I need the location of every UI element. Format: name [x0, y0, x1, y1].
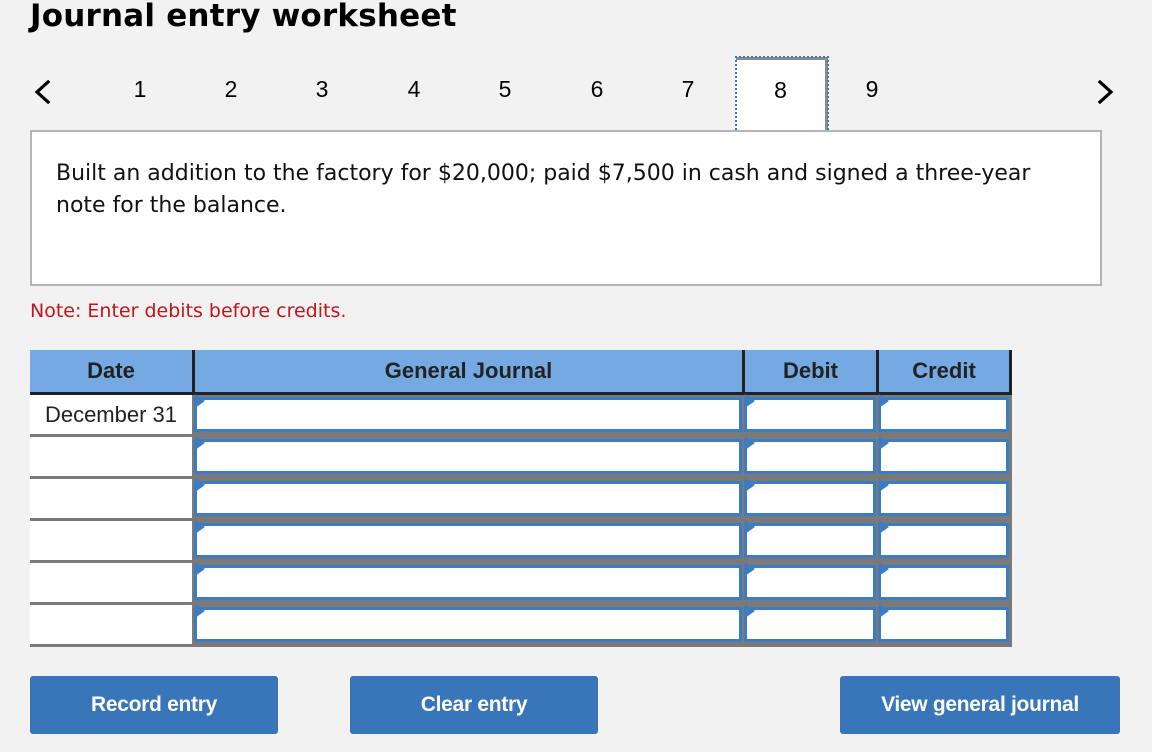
journal-row	[30, 478, 1012, 521]
chevron-left-icon	[34, 79, 51, 105]
dropdown-flag-icon	[879, 562, 889, 576]
tab-1[interactable]: 1	[110, 57, 170, 133]
dropdown-flag-icon	[195, 436, 205, 450]
dropdown-flag-icon	[745, 478, 755, 492]
tab-3[interactable]: 3	[292, 57, 352, 133]
tab-9[interactable]: 9	[842, 57, 902, 133]
general-journal-input[interactable]	[194, 607, 742, 642]
dropdown-flag-icon	[195, 604, 205, 618]
dropdown-flag-icon	[879, 394, 889, 408]
date-cell	[30, 479, 192, 518]
credit-input[interactable]	[878, 481, 1009, 516]
date-cell	[30, 605, 192, 644]
credit-input[interactable]	[878, 607, 1009, 642]
credit-input[interactable]	[878, 565, 1009, 600]
debit-input[interactable]	[744, 565, 876, 600]
credit-input[interactable]	[878, 397, 1009, 432]
journal-header: Date General Journal Debit Credit	[30, 350, 1012, 395]
dropdown-flag-icon	[745, 604, 755, 618]
tab-2[interactable]: 2	[201, 57, 261, 133]
tab-6[interactable]: 6	[567, 57, 627, 133]
journal-rows: December 31	[30, 394, 1012, 647]
journal-row	[30, 520, 1012, 563]
dropdown-flag-icon	[745, 562, 755, 576]
journal-row	[30, 436, 1012, 479]
question-pager: 1 2 3 4 5 6 7 8 9	[0, 56, 1152, 134]
debit-input[interactable]	[744, 439, 876, 474]
general-journal-input[interactable]	[194, 397, 742, 432]
date-cell: December 31	[30, 395, 192, 434]
dropdown-flag-icon	[195, 478, 205, 492]
chevron-right-icon	[1097, 79, 1114, 105]
record-entry-button[interactable]: Record entry	[30, 676, 278, 734]
date-cell	[30, 521, 192, 560]
journal-row	[30, 604, 1012, 647]
dropdown-flag-icon	[879, 478, 889, 492]
journal-row: December 31	[30, 394, 1012, 437]
general-journal-input[interactable]	[194, 439, 742, 474]
dropdown-flag-icon	[195, 520, 205, 534]
date-cell	[30, 563, 192, 602]
general-journal-input[interactable]	[194, 481, 742, 516]
question-box: Built an addition to the factory for $20…	[30, 130, 1102, 286]
next-button[interactable]	[1090, 77, 1120, 107]
column-header-general-journal: General Journal	[384, 358, 553, 383]
credit-input[interactable]	[878, 439, 1009, 474]
prev-button[interactable]	[28, 77, 58, 107]
tab-5[interactable]: 5	[475, 57, 535, 133]
instruction-note: Note: Enter debits before credits.	[30, 300, 347, 322]
debit-input[interactable]	[744, 481, 876, 516]
tab-4[interactable]: 4	[384, 57, 444, 133]
view-general-journal-button[interactable]: View general journal	[840, 676, 1120, 734]
dropdown-flag-icon	[745, 520, 755, 534]
general-journal-input[interactable]	[194, 523, 742, 558]
dropdown-flag-icon	[879, 436, 889, 450]
dropdown-flag-icon	[745, 394, 755, 408]
debit-input[interactable]	[744, 523, 876, 558]
column-header-credit: Credit	[912, 358, 976, 383]
dropdown-flag-icon	[745, 436, 755, 450]
column-header-date: Date	[87, 358, 135, 383]
clear-entry-button[interactable]: Clear entry	[350, 676, 598, 734]
tab-7[interactable]: 7	[658, 57, 718, 133]
dropdown-flag-icon	[195, 562, 205, 576]
date-cell	[30, 437, 192, 476]
debit-input[interactable]	[744, 397, 876, 432]
question-text: Built an addition to the factory for $20…	[56, 161, 1031, 218]
dropdown-flag-icon	[879, 604, 889, 618]
tab-8[interactable]: 8	[735, 56, 829, 134]
journal-row	[30, 562, 1012, 605]
dropdown-flag-icon	[195, 394, 205, 408]
dropdown-flag-icon	[879, 520, 889, 534]
journal-table: Date General Journal Debit Credit Decemb…	[30, 350, 1012, 647]
column-divider	[1009, 350, 1012, 392]
page-title: Journal entry worksheet	[30, 0, 457, 34]
credit-input[interactable]	[878, 523, 1009, 558]
column-header-debit: Debit	[783, 358, 838, 383]
general-journal-input[interactable]	[194, 565, 742, 600]
debit-input[interactable]	[744, 607, 876, 642]
